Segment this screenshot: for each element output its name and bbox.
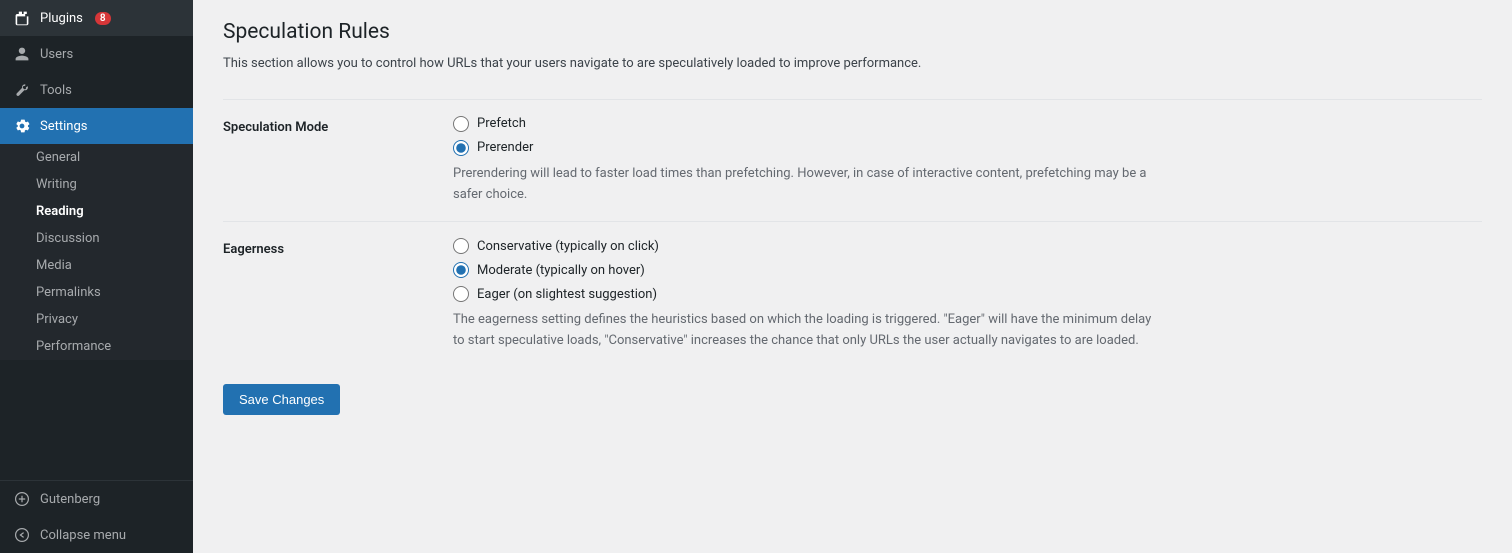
tools-icon [12,80,32,100]
sidebar-item-users-label: Users [40,47,73,62]
eager-option[interactable]: Eager (on slightest suggestion) [453,286,1482,302]
section-description: This section allows you to control how U… [223,54,1482,75]
sidebar-item-performance[interactable]: Performance [0,333,193,360]
sidebar-item-plugins[interactable]: Plugins 8 [0,0,193,36]
settings-icon [12,116,32,136]
sidebar-item-permalinks[interactable]: Permalinks [0,279,193,306]
conservative-label: Conservative (typically on click) [477,239,659,254]
moderate-label: Moderate (typically on hover) [477,263,645,278]
sidebar-item-gutenberg[interactable]: Gutenberg [0,481,193,517]
moderate-option[interactable]: Moderate (typically on hover) [453,262,1482,278]
prefetch-label: Prefetch [477,116,526,131]
sidebar-item-plugins-label: Plugins [40,11,83,26]
collapse-icon [12,525,32,545]
sidebar: Plugins 8 Users Tools Settings General W… [0,0,193,553]
sidebar-item-general[interactable]: General [0,144,193,171]
speculation-mode-row: Speculation Mode Prefetch Prerender Prer… [223,99,1482,222]
sidebar-item-reading[interactable]: Reading [0,198,193,225]
speculation-mode-controls: Prefetch Prerender Prerendering will lea… [453,116,1482,206]
prerender-radio[interactable] [453,140,469,156]
prefetch-option[interactable]: Prefetch [453,116,1482,132]
eager-radio[interactable] [453,286,469,302]
plugin-icon [12,8,32,28]
eager-label: Eager (on slightest suggestion) [477,287,657,302]
main-content: Speculation Rules This section allows yo… [193,0,1512,553]
sidebar-item-settings-label: Settings [40,119,87,134]
sidebar-item-gutenberg-label: Gutenberg [40,492,100,507]
settings-submenu: General Writing Reading Discussion Media… [0,144,193,360]
sidebar-item-users[interactable]: Users [0,36,193,72]
save-changes-button[interactable]: Save Changes [223,384,340,415]
sidebar-item-tools-label: Tools [40,83,72,98]
eagerness-help: The eagerness setting defines the heuris… [453,310,1153,352]
prerender-option[interactable]: Prerender [453,140,1482,156]
eagerness-controls: Conservative (typically on click) Modera… [453,238,1482,352]
speculation-mode-label: Speculation Mode [223,116,453,135]
sidebar-item-privacy[interactable]: Privacy [0,306,193,333]
moderate-radio[interactable] [453,262,469,278]
users-icon [12,44,32,64]
eagerness-row: Eagerness Conservative (typically on cli… [223,221,1482,368]
gutenberg-icon [12,489,32,509]
settings-active-arrow [185,118,193,134]
conservative-radio[interactable] [453,238,469,254]
sidebar-item-tools[interactable]: Tools [0,72,193,108]
page-title: Speculation Rules [223,20,1482,44]
sidebar-item-writing[interactable]: Writing [0,171,193,198]
conservative-option[interactable]: Conservative (typically on click) [453,238,1482,254]
speculation-mode-help: Prerendering will lead to faster load ti… [453,164,1153,206]
sidebar-bottom: Gutenberg Collapse menu [0,480,193,553]
prefetch-radio[interactable] [453,116,469,132]
sidebar-item-collapse[interactable]: Collapse menu [0,517,193,553]
sidebar-item-settings[interactable]: Settings [0,108,193,144]
sidebar-item-media[interactable]: Media [0,252,193,279]
sidebar-item-discussion[interactable]: Discussion [0,225,193,252]
sidebar-item-collapse-label: Collapse menu [40,528,126,543]
prerender-label: Prerender [477,140,533,155]
plugins-badge: 8 [95,12,111,25]
eagerness-label: Eagerness [223,238,453,257]
